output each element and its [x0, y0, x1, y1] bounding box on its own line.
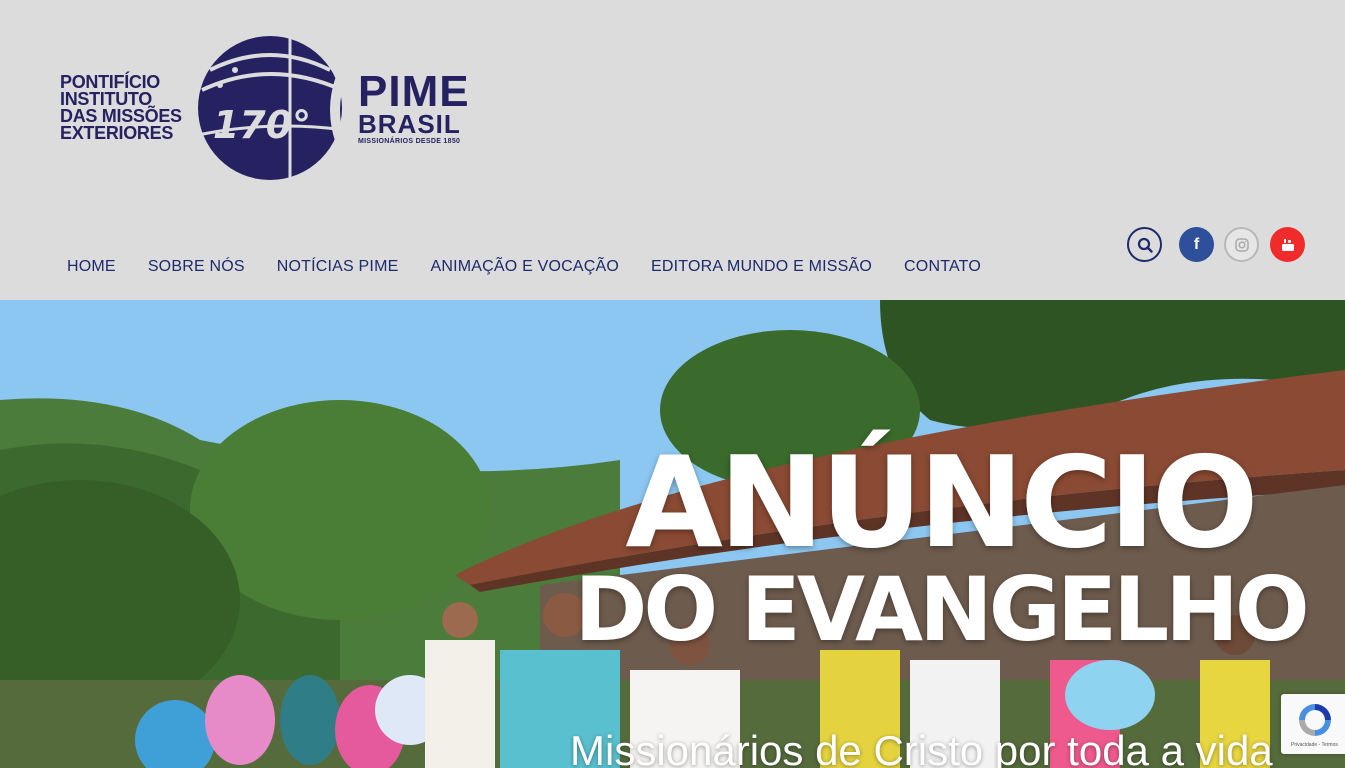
search-button[interactable]: [1127, 227, 1162, 262]
hero-subtitle: Missionários de Cristo por toda a vida: [570, 727, 1273, 768]
nav-item-home[interactable]: HOME: [51, 258, 132, 276]
hero-banner: ANÚNCIO DO EVANGELHO Missionários de Cri…: [0, 300, 1345, 768]
nav-item-animacao[interactable]: ANIMAÇÃO E VOCAÇÃO: [414, 258, 635, 276]
nav-item-sobre-nos[interactable]: SOBRE NÓS: [132, 258, 261, 276]
instagram-button[interactable]: [1224, 227, 1259, 262]
recaptcha-icon: [1299, 704, 1331, 736]
hero-title-line2: DO EVANGELHO: [574, 558, 1309, 661]
youtube-button[interactable]: [1270, 227, 1305, 262]
hero-title-line1: ANÚNCIO: [625, 429, 1258, 576]
brand-country: BRASIL: [358, 109, 461, 139]
brand-tagline: MISSIONÁRIOS DESDE 1850: [358, 138, 461, 145]
youtube-icon: [1281, 238, 1294, 251]
logo-brand: PIME BRASIL MISSIONÁRIOS DESDE 1850: [358, 67, 470, 146]
brand-name: PIME: [358, 67, 470, 116]
facebook-icon: f: [1193, 235, 1200, 253]
logo-institute-text: PONTIFÍCIO INSTITUTO DAS MISSÕES EXTERIO…: [60, 72, 182, 143]
instagram-icon: [1234, 237, 1249, 252]
nav-item-editora[interactable]: EDITORA MUNDO E MISSÃO: [635, 258, 888, 276]
recaptcha-text: Privacidade - Termos: [1291, 742, 1338, 748]
nav-item-noticias[interactable]: NOTÍCIAS PIME: [261, 258, 415, 276]
hero-title: ANÚNCIO DO EVANGELHO: [560, 440, 1320, 655]
recaptcha-badge[interactable]: Privacidade - Termos: [1281, 694, 1345, 754]
site-header: PONTIFÍCIO INSTITUTO DAS MISSÕES EXTERIO…: [0, 0, 1345, 300]
pime-logo[interactable]: PONTIFÍCIO INSTITUTO DAS MISSÕES EXTERIO…: [60, 30, 480, 185]
anniversary-text: 170°: [213, 103, 311, 147]
main-nav: HOME SOBRE NÓS NOTÍCIAS PIME ANIMAÇÃO E …: [51, 258, 997, 276]
nav-item-contato[interactable]: CONTATO: [888, 258, 997, 276]
facebook-button[interactable]: f: [1179, 227, 1214, 262]
globe-logo-icon: 170°: [197, 36, 346, 180]
search-icon: [1137, 237, 1153, 253]
